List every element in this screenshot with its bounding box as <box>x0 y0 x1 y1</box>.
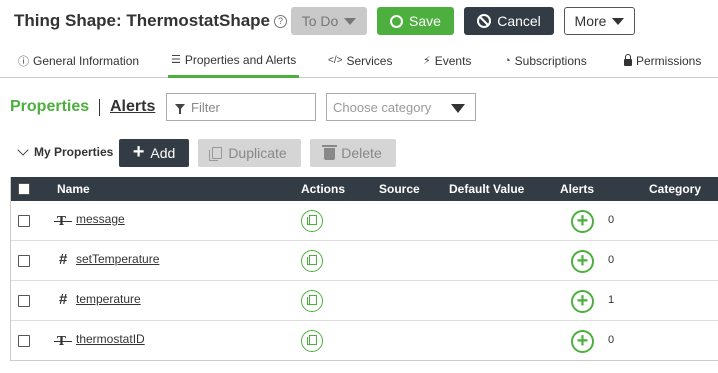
code-icon: </> <box>328 55 343 66</box>
alert-count: 1 <box>608 294 615 306</box>
row-checkbox[interactable] <box>18 215 30 227</box>
column-header-name[interactable]: Name <box>57 182 90 196</box>
delete-button[interactable]: Delete <box>310 139 396 167</box>
copy-action-icon[interactable] <box>301 250 323 272</box>
add-alert-icon[interactable]: + <box>571 330 594 353</box>
column-header-category[interactable]: Category <box>649 182 701 196</box>
add-alert-icon[interactable]: + <box>571 210 594 233</box>
column-header-alerts: Alerts <box>560 182 595 196</box>
properties-link[interactable]: Properties <box>10 98 89 116</box>
circle-icon <box>390 14 404 28</box>
tab-services[interactable]: </> Services <box>328 44 392 77</box>
tab-properties-and-alerts[interactable]: ☰ Properties and Alerts <box>168 44 300 78</box>
tab-bar: ⓘ General Information ☰ Properties and A… <box>0 44 718 78</box>
title-entity-name: ThermostatShape <box>126 11 270 30</box>
tab-label: General Information <box>33 53 140 68</box>
save-button[interactable]: Save <box>377 7 454 35</box>
todo-label: To Do <box>301 13 339 29</box>
row-checkbox[interactable] <box>18 295 30 307</box>
row-checkbox[interactable] <box>18 255 30 267</box>
add-label: Add <box>150 145 176 161</box>
section-title: My Properties <box>34 145 114 159</box>
cancel-button[interactable]: Cancel <box>464 7 554 35</box>
property-name-link[interactable]: temperature <box>76 292 141 306</box>
trash-icon <box>322 145 338 160</box>
table-header: Name Actions Source Default Value Alerts… <box>11 177 718 201</box>
tab-subscriptions[interactable]: ◔ Subscriptions <box>504 44 587 77</box>
more-label: More <box>574 13 607 29</box>
chevron-down-icon <box>344 17 357 25</box>
property-name-link[interactable]: message <box>76 212 125 226</box>
category-select[interactable]: Choose category <box>326 93 476 121</box>
collapse-chevron-icon[interactable] <box>17 144 29 156</box>
table-row[interactable]: T thermostatID + 0 <box>11 321 718 361</box>
tab-events[interactable]: ⚡ Events <box>423 44 471 77</box>
properties-subheader: Properties Alerts Filter Choose category <box>0 90 718 124</box>
chevron-down-icon <box>451 104 465 113</box>
column-header-source[interactable]: Source <box>379 182 420 196</box>
add-alert-icon[interactable]: + <box>571 290 594 313</box>
todo-button[interactable]: To Do <box>291 7 367 35</box>
copy-action-icon[interactable] <box>301 330 323 352</box>
ban-icon <box>477 14 492 28</box>
properties-toolbar: My Properties + Add Duplicate Delete <box>0 139 718 167</box>
copy-action-icon[interactable] <box>301 290 323 312</box>
rss-icon: ◔ <box>504 54 511 67</box>
table-row[interactable]: # temperature + 1 <box>11 281 718 321</box>
tab-label: Subscriptions <box>514 53 587 68</box>
tab-general-information[interactable]: ⓘ General Information <box>18 44 139 77</box>
tab-label: Permissions <box>636 53 702 68</box>
delete-label: Delete <box>341 145 382 161</box>
tab-permissions[interactable]: Permissions <box>624 44 701 77</box>
add-alert-icon[interactable]: + <box>571 250 594 273</box>
page-title: Thing Shape: ThermostatShape? <box>14 11 287 31</box>
save-label: Save <box>409 13 441 29</box>
string-type-icon: T <box>54 214 72 228</box>
list-icon: ☰ <box>171 54 181 66</box>
column-header-actions: Actions <box>301 182 346 196</box>
properties-table: Name Actions Source Default Value Alerts… <box>10 177 718 361</box>
lightning-icon: ⚡ <box>423 55 431 67</box>
more-button[interactable]: More <box>564 7 635 35</box>
copy-action-icon[interactable] <box>301 210 323 232</box>
duplicate-label: Duplicate <box>228 145 287 161</box>
table-row[interactable]: # setTemperature + 0 <box>11 241 718 281</box>
add-button[interactable]: + Add <box>119 139 189 167</box>
tab-label: Events <box>434 53 472 68</box>
alert-count: 0 <box>608 254 615 266</box>
select-all-checkbox[interactable] <box>18 183 30 195</box>
row-checkbox[interactable] <box>18 335 30 347</box>
filter-placeholder: Filter <box>191 99 220 115</box>
duplicate-button[interactable]: Duplicate <box>198 139 301 167</box>
string-type-icon: T <box>54 334 72 348</box>
property-name-link[interactable]: setTemperature <box>76 252 159 266</box>
alerts-link[interactable]: Alerts <box>110 98 155 116</box>
number-type-icon: # <box>59 251 68 268</box>
filter-icon <box>175 104 185 114</box>
category-placeholder: Choose category <box>333 99 432 115</box>
plus-icon: + <box>132 141 145 163</box>
tab-label: Properties and Alerts <box>184 52 297 67</box>
copy-icon <box>209 147 223 161</box>
filter-input[interactable]: Filter <box>166 93 316 121</box>
help-icon[interactable]: ? <box>274 15 287 28</box>
chevron-down-icon <box>612 17 625 25</box>
divider <box>99 99 100 116</box>
number-type-icon: # <box>59 291 68 308</box>
title-prefix: Thing Shape: <box>14 11 122 30</box>
page-header: Thing Shape: ThermostatShape? To Do Save… <box>0 0 718 42</box>
lock-icon <box>624 53 632 66</box>
column-header-default-value[interactable]: Default Value <box>449 182 524 196</box>
info-icon: ⓘ <box>18 55 29 68</box>
alert-count: 0 <box>608 214 615 226</box>
alert-count: 0 <box>608 334 615 346</box>
tab-label: Services <box>346 53 393 68</box>
property-name-link[interactable]: thermostatID <box>76 332 145 346</box>
table-row[interactable]: T message + 0 <box>11 201 718 241</box>
cancel-label: Cancel <box>497 13 541 29</box>
